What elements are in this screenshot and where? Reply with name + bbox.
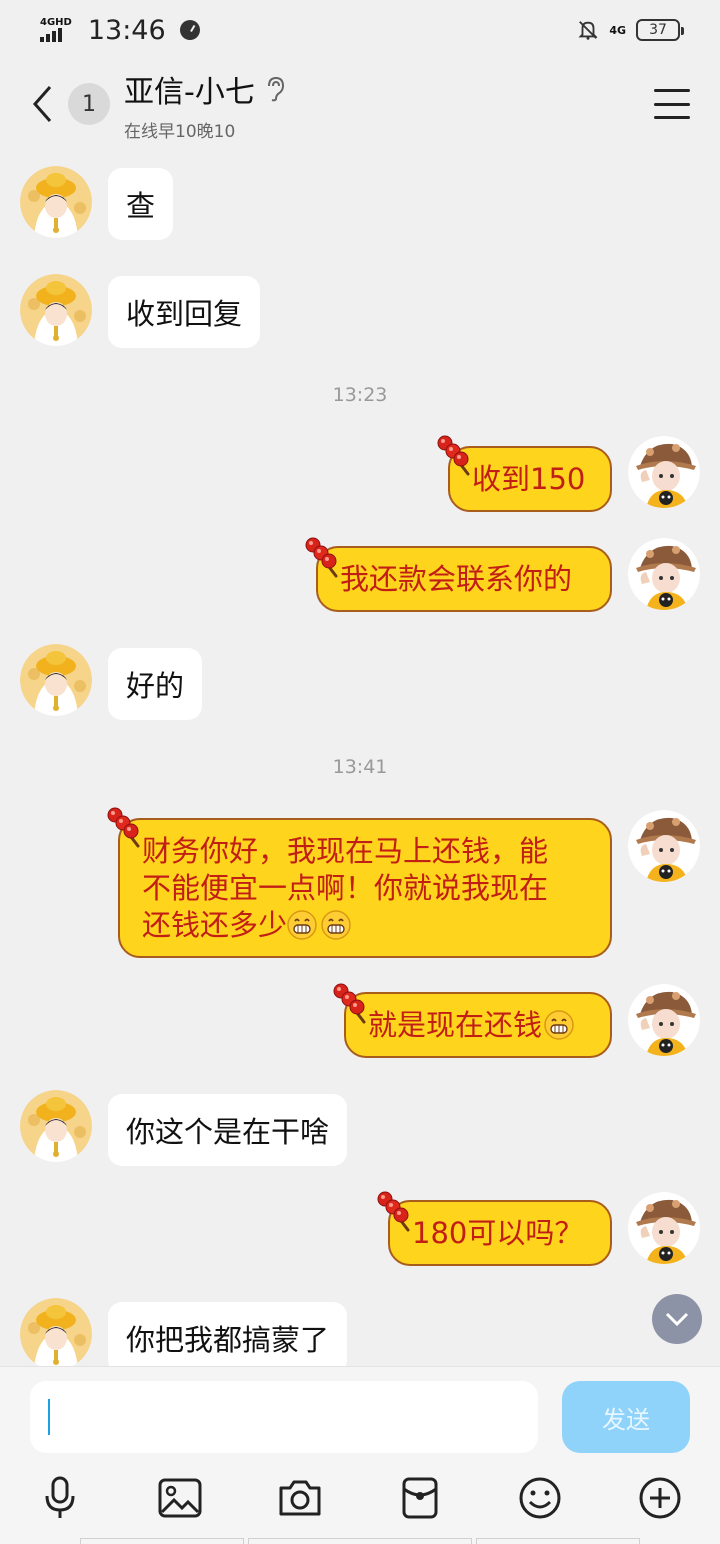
signal-icon: [40, 28, 62, 42]
input-toolbar: [0, 1466, 720, 1544]
message-input[interactable]: [30, 1381, 538, 1453]
menu-line: [654, 89, 690, 92]
message-text: 收到回复: [126, 297, 243, 331]
message-line-with-emoji: 还钱还多少: [142, 907, 351, 944]
message-text: 收到150: [472, 461, 586, 496]
gallery-button[interactable]: [156, 1474, 204, 1522]
my-avatar[interactable]: [628, 810, 700, 882]
contact-avatar[interactable]: [20, 274, 92, 346]
menu-line: [654, 116, 690, 119]
grin-emoji-icon: [544, 1010, 574, 1040]
message-line: 不能便宜一点啊！你就说我现在: [142, 870, 549, 905]
candy-decoration-icon: [374, 1190, 414, 1234]
camera-button[interactable]: [276, 1474, 324, 1522]
message-text: 180可以吗？: [412, 1215, 584, 1250]
message-text: 你这个是在干啥: [126, 1115, 330, 1149]
text-cursor: [48, 1399, 50, 1435]
panel-tab-hint: [80, 1538, 244, 1544]
message-text: 查: [126, 189, 156, 223]
my-avatar[interactable]: [628, 538, 700, 610]
chevron-left-icon: [32, 86, 52, 122]
my-avatar[interactable]: [628, 436, 700, 508]
network-label: 4GHD: [40, 17, 72, 28]
contact-avatar[interactable]: [20, 166, 92, 238]
contact-avatar[interactable]: [20, 1090, 92, 1162]
candy-decoration-icon: [302, 536, 342, 580]
message-text: 好的: [126, 669, 185, 703]
menu-line: [654, 102, 690, 106]
scroll-to-bottom-button[interactable]: [652, 1294, 702, 1344]
emoji-icon: [519, 1477, 561, 1519]
outgoing-message[interactable]: 就是现在还钱: [344, 992, 612, 1058]
voice-button[interactable]: [36, 1474, 84, 1522]
notification-status-icon: [179, 20, 200, 40]
my-avatar[interactable]: [628, 1192, 700, 1264]
unread-badge[interactable]: 1: [68, 83, 110, 125]
incoming-message[interactable]: 查: [108, 168, 174, 240]
contact-avatar[interactable]: [20, 1298, 92, 1366]
message-text: 我还款会联系你的: [340, 561, 573, 596]
input-bar: 发送: [0, 1366, 720, 1466]
message-text: 就是现在还钱: [368, 1007, 543, 1042]
chat-header: 1 亚信-小七 在线早10晚10: [0, 60, 720, 148]
emoji-button[interactable]: [516, 1474, 564, 1522]
network-4g-label: 4G: [609, 23, 626, 37]
message-line: 财务你好，我现在马上还钱，能: [142, 833, 549, 868]
message-text: 你把我都搞蒙了: [126, 1323, 330, 1357]
red-packet-button[interactable]: [396, 1474, 444, 1522]
chat-title: 亚信-小七: [124, 74, 255, 110]
incoming-message[interactable]: 你这个是在干啥: [108, 1094, 348, 1166]
send-button[interactable]: 发送: [562, 1381, 690, 1453]
incoming-message[interactable]: 好的: [108, 648, 203, 720]
back-button[interactable]: [18, 74, 68, 134]
outgoing-message[interactable]: 财务你好，我现在马上还钱，能 不能便宜一点啊！你就说我现在 还钱还多少: [118, 818, 612, 958]
red-packet-icon: [402, 1477, 438, 1519]
network-indicator: 4GHD: [40, 18, 72, 42]
menu-button[interactable]: [654, 89, 690, 119]
timestamp: 13:41: [332, 756, 388, 778]
mic-icon: [45, 1476, 75, 1518]
outgoing-message[interactable]: 我还款会联系你的: [316, 546, 612, 612]
image-icon: [158, 1478, 202, 1518]
message-list[interactable]: 查 收到回复 13:23 收到150 我还款会联系你的 好的 13:41 财务你…: [0, 150, 720, 1366]
message-text: 还钱还多少: [142, 907, 288, 942]
candy-decoration-icon: [434, 434, 474, 478]
mute-bell-icon: [578, 21, 598, 40]
camera-icon: [279, 1480, 321, 1516]
panel-tab-hint: [248, 1538, 472, 1544]
my-avatar[interactable]: [628, 984, 700, 1056]
chevron-down-icon: [665, 1312, 689, 1327]
candy-decoration-icon: [104, 806, 144, 850]
battery-icon: 37: [636, 19, 684, 41]
outgoing-message[interactable]: 180可以吗？: [388, 1200, 612, 1266]
battery-level: 37: [649, 22, 667, 38]
earpiece-icon[interactable]: [265, 76, 285, 102]
chat-subtitle: 在线早10晚10: [124, 121, 236, 142]
plus-icon: [639, 1477, 681, 1519]
panel-tab-hint: [476, 1538, 640, 1544]
grin-emoji-icon: [287, 910, 317, 940]
incoming-message[interactable]: 收到回复: [108, 276, 261, 348]
more-button[interactable]: [636, 1474, 684, 1522]
grin-emoji-icon: [321, 910, 351, 940]
contact-avatar[interactable]: [20, 644, 92, 716]
incoming-message[interactable]: 你把我都搞蒙了: [108, 1302, 348, 1366]
status-bar: 4GHD 13:46 4G 37: [0, 0, 720, 60]
candy-decoration-icon: [330, 982, 370, 1026]
status-time: 13:46: [87, 14, 166, 46]
timestamp: 13:23: [332, 384, 388, 406]
